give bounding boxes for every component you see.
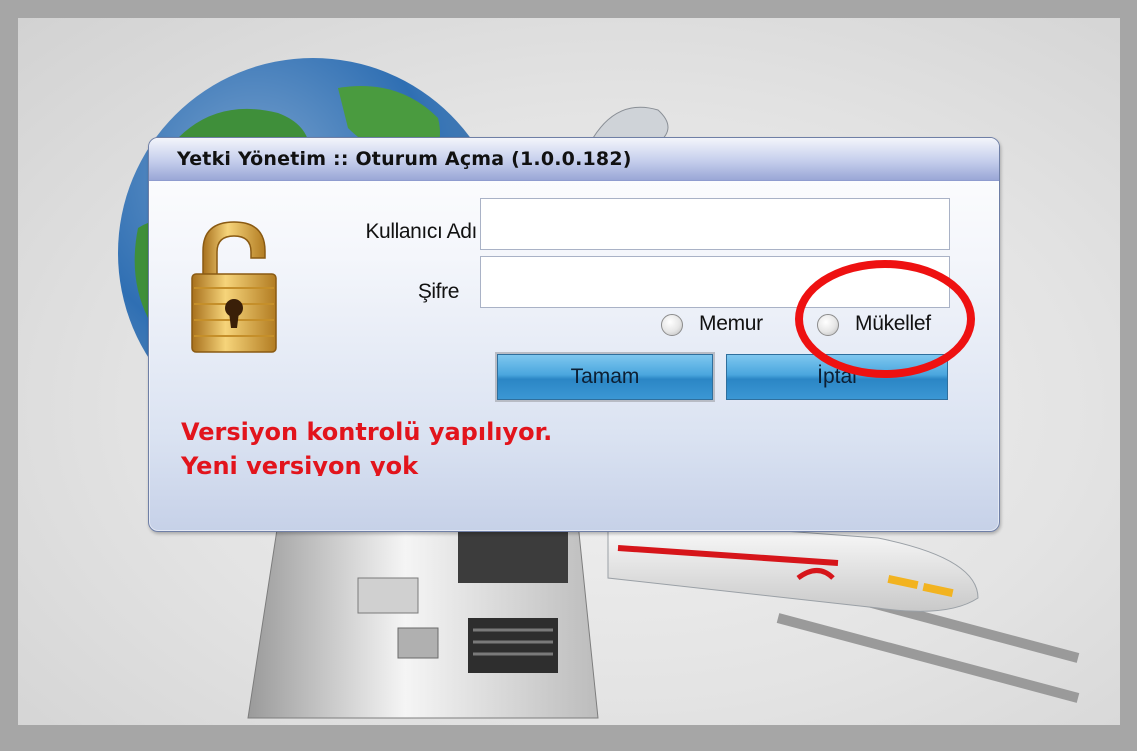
status-line-1: Versiyon kontrolü yapılıyor. [181, 418, 553, 446]
cancel-button[interactable]: İptal [726, 354, 948, 400]
memur-radio-label[interactable]: Memur [699, 312, 763, 336]
password-label: Şifre [417, 280, 460, 303]
username-input[interactable] [480, 198, 950, 250]
password-input[interactable] [480, 256, 950, 308]
memur-radio[interactable] [661, 314, 683, 336]
ok-button[interactable]: Tamam [497, 354, 713, 400]
mukellef-radio-label[interactable]: Mükellef [855, 312, 931, 336]
username-label: Kullanıcı Adı [365, 220, 477, 243]
truck-image [247, 522, 599, 719]
status-area: Versiyon kontrolü yapılıyor. Yeni versiy… [149, 418, 999, 476]
train-image [607, 517, 979, 612]
title-bar[interactable]: Yetki Yönetim :: Oturum Açma (1.0.0.182) [149, 138, 999, 181]
status-line-2: Yeni versiyon yok [181, 452, 419, 476]
window-title: Yetki Yönetim :: Oturum Açma (1.0.0.182) [177, 148, 632, 170]
login-dialog: Yetki Yönetim :: Oturum Açma (1.0.0.182)… [148, 137, 1000, 532]
user-type-radio-group: Memur Mükellef [659, 306, 969, 346]
mukellef-radio[interactable] [817, 314, 839, 336]
open-padlock-icon [191, 221, 277, 353]
